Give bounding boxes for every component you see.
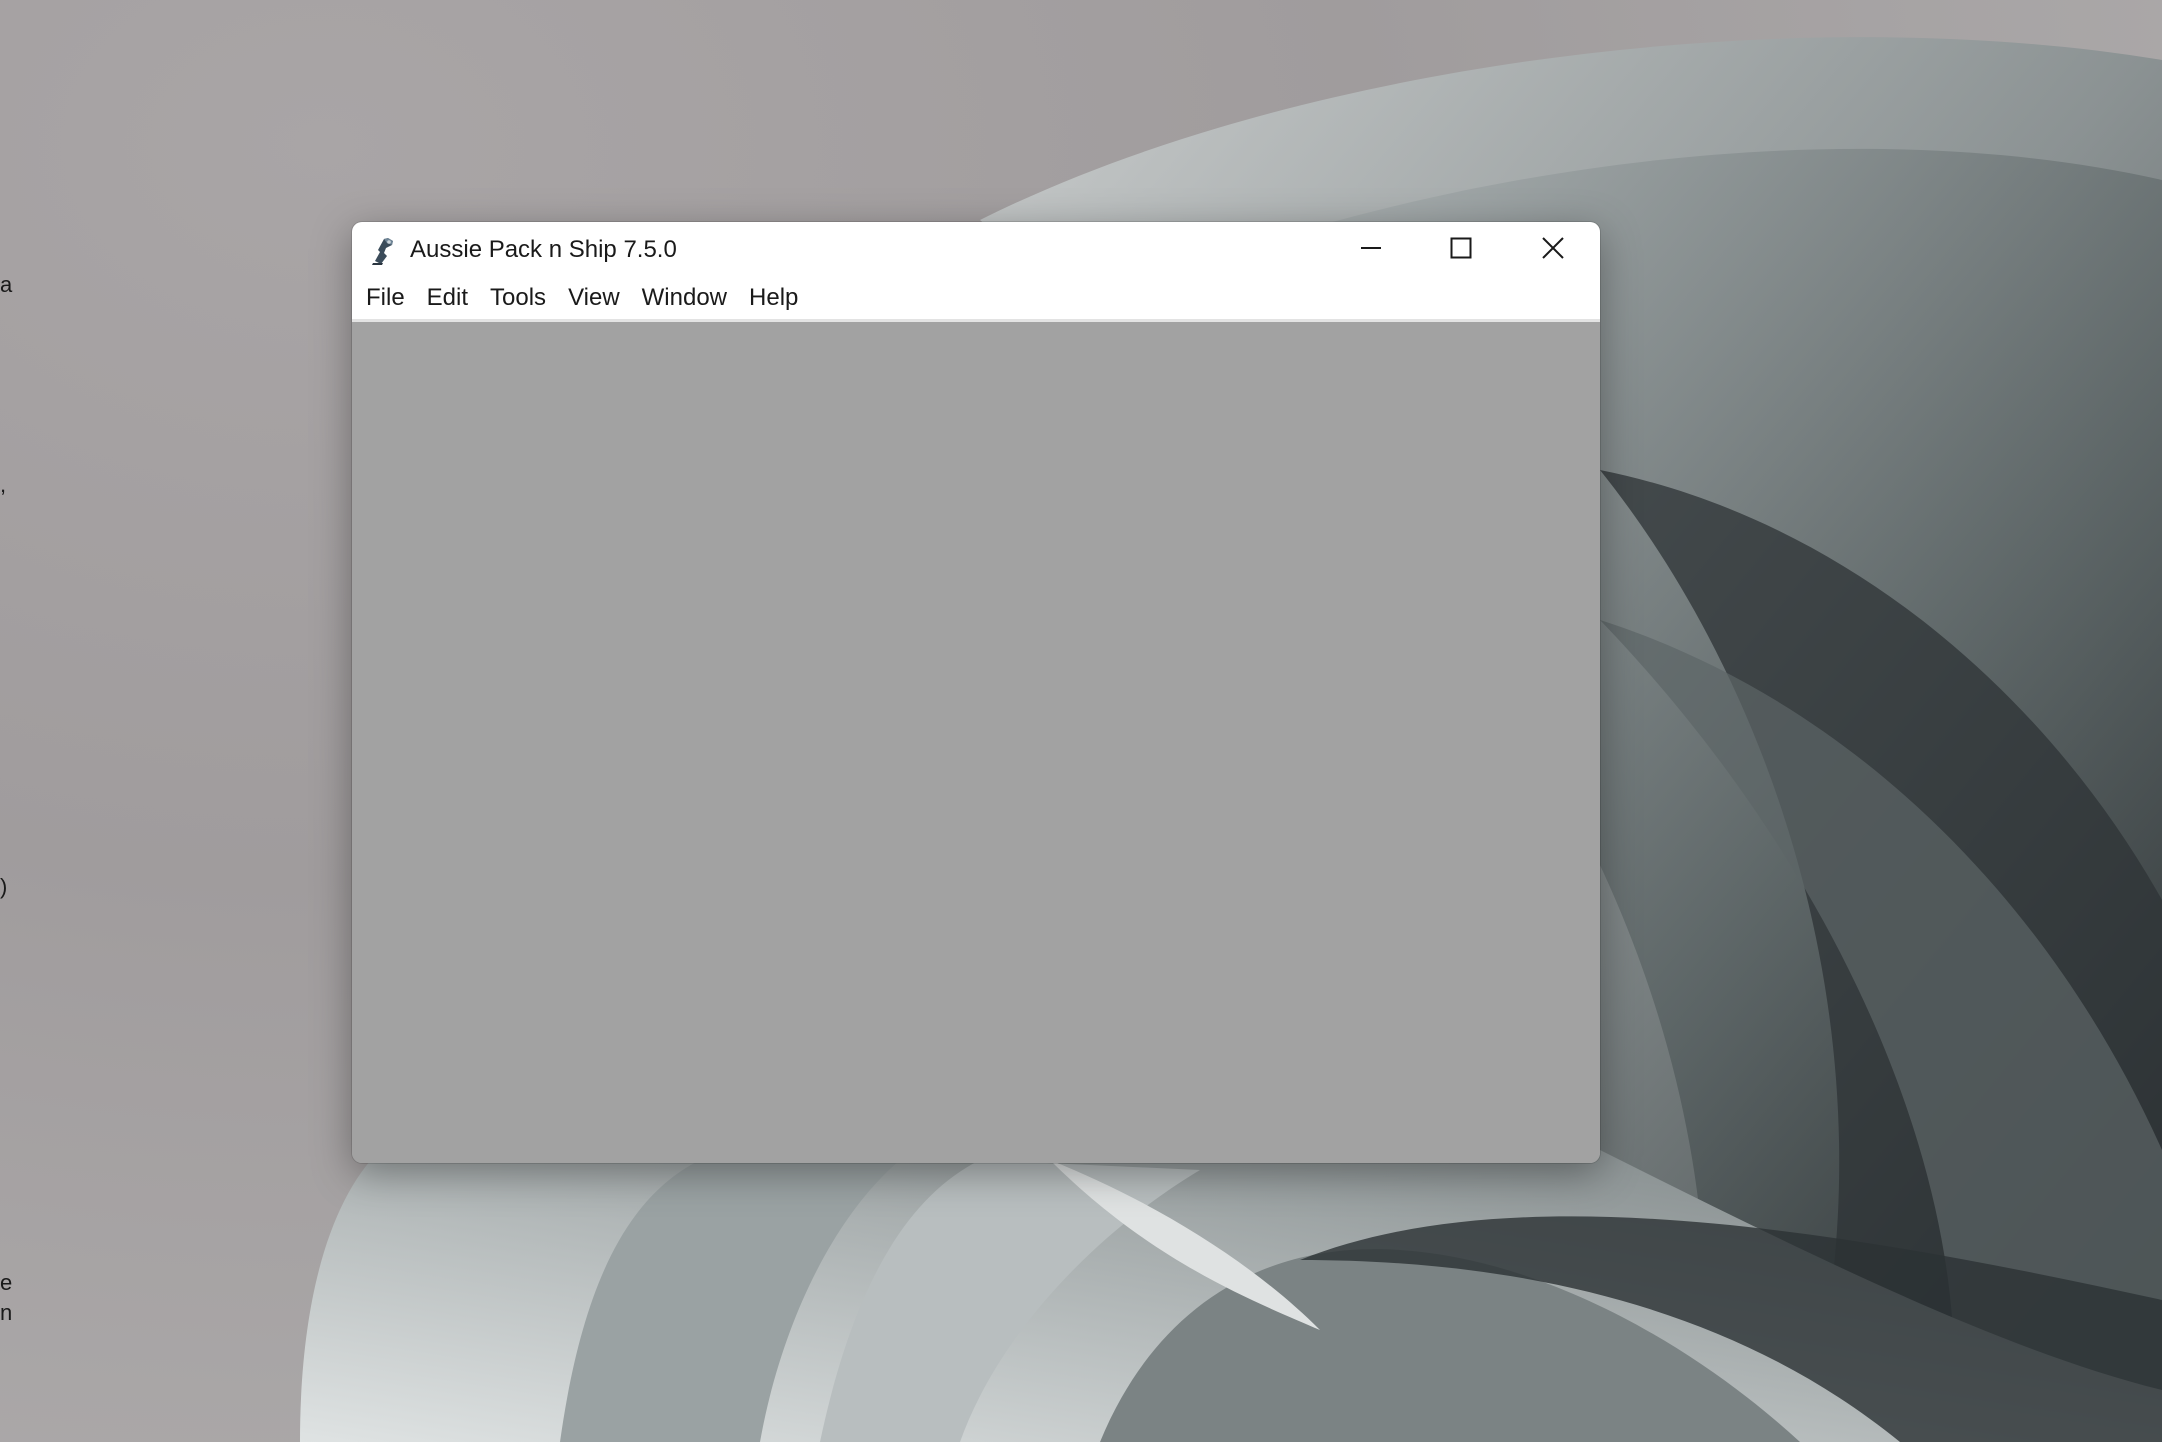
menu-edit[interactable]: Edit bbox=[419, 278, 482, 320]
title-bar[interactable]: Aussie Pack n Ship 7.5.0 bbox=[352, 222, 1600, 278]
desktop-icon-label-fragment: a bbox=[0, 272, 13, 297]
desktop-icon-label-fragment: , bbox=[0, 472, 7, 497]
maximize-button[interactable] bbox=[1416, 222, 1506, 278]
menu-file[interactable]: File bbox=[358, 278, 419, 320]
close-icon bbox=[1541, 236, 1565, 265]
menu-window[interactable]: Window bbox=[634, 278, 741, 320]
rubber-stamp-icon[interactable] bbox=[368, 234, 400, 266]
minimize-button[interactable] bbox=[1326, 222, 1416, 278]
close-button[interactable] bbox=[1506, 222, 1600, 278]
menu-view[interactable]: View bbox=[560, 278, 634, 320]
menu-help[interactable]: Help bbox=[741, 278, 812, 320]
window-title: Aussie Pack n Ship 7.5.0 bbox=[410, 236, 677, 263]
minimize-icon bbox=[1360, 237, 1382, 264]
mdi-client-area[interactable] bbox=[352, 325, 1600, 1163]
desktop-icon-label-fragment: ) bbox=[0, 874, 8, 899]
menu-tools[interactable]: Tools bbox=[482, 278, 560, 320]
maximize-icon bbox=[1450, 237, 1472, 264]
desktop-icon-label-fragment: e bbox=[0, 1270, 13, 1295]
menu-bar: File Edit Tools View Window Help bbox=[352, 278, 1600, 322]
app-window: Aussie Pack n Ship 7.5.0 File Edit Tools… bbox=[352, 222, 1600, 1163]
desktop-icon-label-fragment: n bbox=[0, 1300, 13, 1325]
